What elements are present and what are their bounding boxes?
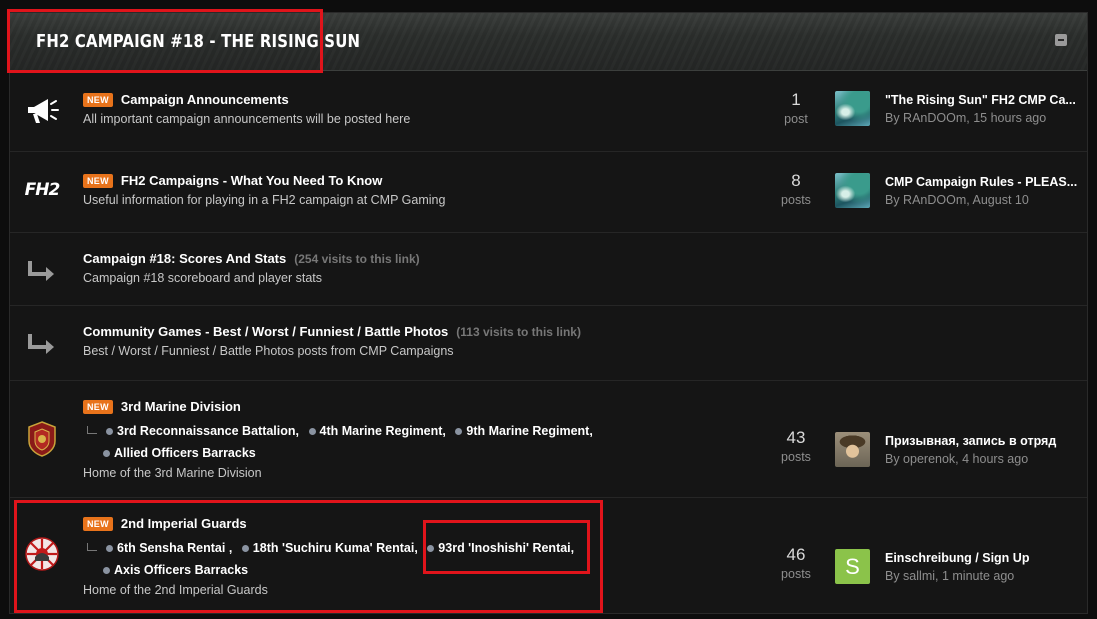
forum-row: NEW 3rd Marine Division 3rd Reconnaissanc… [10, 381, 1087, 498]
post-count-label: posts [781, 450, 811, 464]
last-post-meta: By operenok, 4 hours ago [885, 452, 1029, 466]
forum-description: Home of the 3rd Marine Division [83, 466, 262, 480]
subforum-tree-icon [87, 425, 97, 434]
forum-row: NEW Campaign Announcements All important … [10, 71, 1087, 152]
post-count: 8 [791, 171, 801, 190]
redirect-arrow-icon [22, 251, 62, 291]
last-post-title[interactable]: Einschreibung / Sign Up [885, 551, 1080, 565]
fh2-logo-icon: FH2 [22, 170, 62, 210]
user-avatar[interactable] [835, 173, 870, 208]
highlight-box [7, 9, 323, 73]
forum-description: Best / Worst / Funniest / Battle Photos … [83, 344, 454, 358]
last-post-meta: By RAnDOOm, August 10 [885, 193, 1029, 207]
subforum-list: 3rd Reconnaissance Battalion, 4th Marine… [83, 420, 643, 464]
post-count: 1 [791, 90, 801, 109]
unread-dot-icon [308, 428, 316, 435]
post-count: 43 [786, 428, 806, 447]
user-avatar[interactable]: S [835, 549, 870, 584]
forum-title-link[interactable]: Community Games - Best / Worst / Funnies… [83, 324, 448, 339]
user-avatar[interactable] [835, 91, 870, 126]
subforum-link[interactable]: 3rd Reconnaissance Battalion, [106, 424, 299, 438]
forum-title-link[interactable]: FH2 Campaigns - What You Need To Know [121, 173, 382, 188]
post-count-label: posts [781, 567, 811, 581]
last-post-meta: By RAnDOOm, 15 hours ago [885, 111, 1047, 125]
visits-count: (113 visits to this link) [456, 325, 581, 339]
unread-dot-icon [103, 450, 110, 457]
last-post-title[interactable]: "The Rising Sun" FH2 CMP Ca... [885, 93, 1080, 107]
forum-title-link[interactable]: Campaign #18: Scores And Stats [83, 251, 286, 266]
forum-row: FH2 NEW FH2 Campaigns - What You Need To … [10, 152, 1087, 233]
post-count-label: post [784, 112, 808, 126]
avatar-letter: S [835, 549, 870, 584]
unread-dot-icon [455, 428, 463, 435]
last-post-title[interactable]: CMP Campaign Rules - PLEAS... [885, 175, 1080, 189]
highlight-box [423, 520, 590, 574]
new-badge: NEW [83, 400, 113, 414]
subforum-link[interactable]: 4th Marine Regiment, [308, 424, 446, 438]
megaphone-icon [22, 91, 62, 131]
last-post-title[interactable]: Призывная, запись в отряд [885, 434, 1080, 448]
forum-description: All important campaign announcements wil… [83, 112, 411, 126]
marine-division-emblem-icon [22, 419, 62, 459]
collapse-category-button[interactable] [1055, 34, 1067, 46]
forum-title-link[interactable]: Campaign Announcements [121, 92, 289, 107]
unread-dot-icon [106, 428, 113, 435]
subforum-link[interactable]: Allied Officers Barracks [103, 446, 256, 460]
forum-description: Campaign #18 scoreboard and player stats [83, 271, 323, 285]
forum-row: Campaign #18: Scores And Stats (254 visit… [10, 233, 1087, 306]
subforum-link[interactable]: 9th Marine Regiment, [455, 424, 593, 438]
visits-count: (254 visits to this link) [294, 252, 420, 266]
post-count: 46 [786, 545, 806, 564]
fh2-logo-text: FH2 [24, 180, 61, 200]
forum-row: Community Games - Best / Worst / Funnies… [10, 306, 1087, 381]
new-badge: NEW [83, 93, 113, 107]
new-badge: NEW [83, 174, 113, 188]
forum-title-link[interactable]: 3rd Marine Division [121, 399, 241, 414]
user-avatar[interactable] [835, 432, 870, 467]
last-post-meta: By sallmi, 1 minute ago [885, 569, 1015, 583]
redirect-arrow-icon [22, 324, 62, 364]
forum-description: Useful information for playing in a FH2 … [83, 193, 446, 207]
post-count-label: posts [781, 193, 811, 207]
